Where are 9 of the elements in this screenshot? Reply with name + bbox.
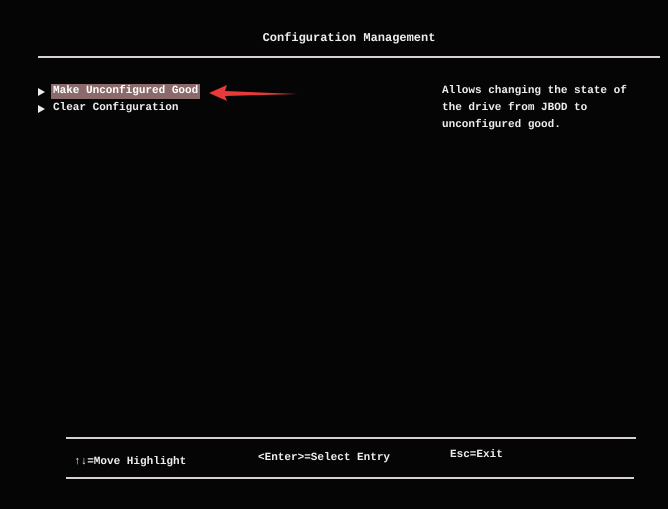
triangle-icon	[38, 104, 45, 112]
help-text: Allows changing the state of the drive from JBOD to unconfigured good.	[442, 84, 628, 133]
screen-title: Configuration Management	[262, 30, 436, 47]
hint-text: Esc=Exit	[450, 448, 503, 463]
menu-item[interactable]: Clear Configuration	[51, 101, 180, 116]
hint-text: ↑↓=Move Highlight	[74, 454, 188, 470]
triangle-icon	[38, 88, 45, 96]
hint-text: <Enter>=Select Entry	[258, 450, 392, 466]
menu-item[interactable]: Make Unconfigured Good	[51, 84, 200, 99]
